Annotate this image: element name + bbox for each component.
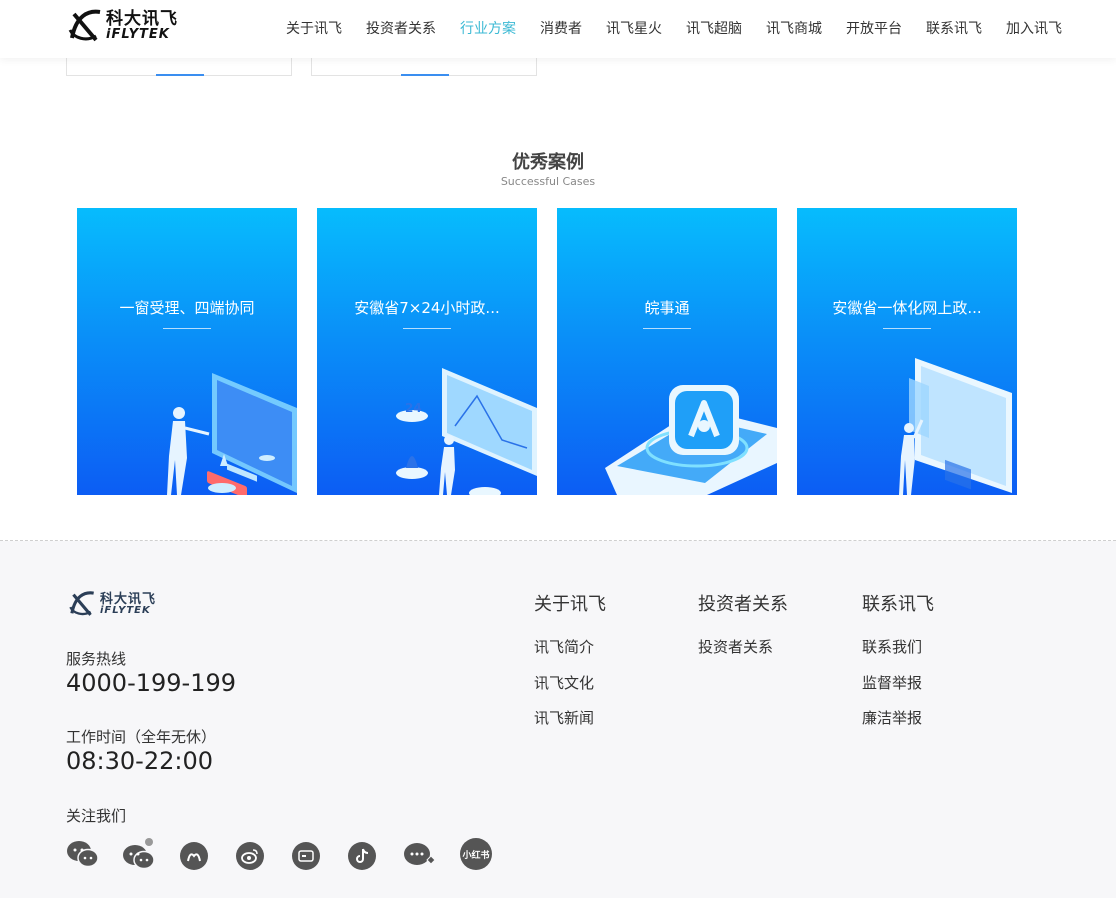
footer-link[interactable]: 监督举报	[862, 672, 934, 708]
logo-text-cn: 科大讯飞	[100, 591, 157, 607]
video-icon[interactable]	[291, 838, 323, 870]
card-underline	[156, 74, 204, 76]
case-title-underline	[643, 328, 691, 329]
follow-us-label: 关注我们	[66, 807, 127, 825]
hotline-number: 4000-199-199	[66, 669, 237, 697]
case-card[interactable]: 一窗受理、四端协同	[77, 208, 297, 495]
card-underline	[401, 74, 449, 76]
case-title: 一窗受理、四端协同	[119, 299, 255, 317]
nav-item[interactable]: 讯飞商城	[766, 18, 822, 38]
site-header: 科大讯飞 iFLYTEK 关于讯飞 投资者关系 行业方案 消费者 讯飞星火 讯飞超脑 讯飞商…	[0, 0, 1116, 58]
case-title-underline	[883, 328, 931, 329]
footer-column-heading: 关于讯飞	[534, 594, 606, 615]
person-at-dashboard-illustration	[167, 373, 297, 495]
case-card[interactable]: 安徽省7×24小时政... 24	[317, 208, 537, 495]
hours-label: 工作时间（全年无休）	[66, 728, 217, 746]
case-card[interactable]: 安徽省一体化网上政...	[797, 208, 1017, 495]
nav-item[interactable]: 行业方案	[460, 18, 516, 38]
footer-link[interactable]: 讯飞新闻	[534, 707, 606, 743]
iflytek-logo-icon	[66, 590, 98, 618]
nav-item[interactable]: 联系讯飞	[926, 18, 982, 38]
footer-logo[interactable]: 科大讯飞 iFLYTEK	[66, 589, 166, 619]
main-nav: 关于讯飞 投资者关系 行业方案 消费者 讯飞星火 讯飞超脑 讯飞商城 开放平台 联系讯飞 加入讯飞	[286, 18, 1086, 38]
xiaohongshu-icon[interactable]: 小红书	[459, 838, 492, 870]
hotline-label: 服务热线	[66, 650, 127, 668]
site-footer: 科大讯飞 iFLYTEK 服务热线 4000-199-199 工作时间（全年无休…	[0, 541, 1116, 898]
case-title-underline	[163, 328, 211, 329]
footer-column-investors: 投资者关系 投资者关系	[698, 590, 788, 672]
case-title-underline	[403, 328, 451, 329]
weibo-icon[interactable]	[235, 838, 267, 870]
logo-text-en: iFLYTEK	[100, 604, 151, 616]
section-subtitle: Successful Cases	[500, 175, 596, 188]
tiktok-icon[interactable]	[347, 838, 379, 870]
case-card[interactable]: 皖事通	[557, 208, 777, 495]
section-title: 优秀案例	[512, 152, 584, 173]
chart-screen-with-pins-illustration: 24	[396, 368, 537, 495]
footer-column-contact: 联系讯飞 联系我们 监督举报 廉洁举报	[862, 590, 934, 743]
nav-item[interactable]: 投资者关系	[366, 18, 436, 38]
iflytek-app-icon[interactable]	[179, 838, 211, 870]
footer-link[interactable]: 廉洁举报	[862, 707, 934, 743]
logo-text-en: iFLYTEK	[106, 27, 170, 42]
person-at-monitor-illustration	[899, 358, 1012, 495]
footer-link[interactable]: 联系我们	[862, 636, 934, 672]
case-title: 皖事通	[644, 299, 690, 317]
case-title: 安徽省一体化网上政...	[832, 299, 982, 317]
nav-item[interactable]: 讯飞超脑	[686, 18, 742, 38]
previous-card[interactable]	[311, 58, 537, 76]
footer-link[interactable]: 投资者关系	[698, 636, 788, 672]
previous-card[interactable]	[66, 58, 292, 76]
case-title: 安徽省7×24小时政...	[354, 299, 500, 317]
footer-link[interactable]: 讯飞文化	[534, 672, 606, 708]
nav-item[interactable]: 加入讯飞	[1006, 18, 1062, 38]
nav-item[interactable]: 开放平台	[846, 18, 902, 38]
svg-text:24: 24	[405, 401, 422, 415]
site-logo[interactable]: 科大讯飞 iFLYTEK	[66, 8, 188, 44]
iflytek-logo-icon	[66, 8, 104, 44]
app-icon-platform-illustration	[605, 385, 777, 495]
nav-item[interactable]: 消费者	[540, 18, 582, 38]
logo-text-cn: 科大讯飞	[106, 9, 178, 29]
nav-item[interactable]: 关于讯飞	[286, 18, 342, 38]
footer-column-heading: 投资者关系	[698, 594, 788, 615]
footer-column-heading: 联系讯飞	[862, 594, 934, 615]
xiaohongshu-label: 小红书	[460, 838, 492, 870]
hours-value: 08:30-22:00	[66, 747, 213, 775]
miniprogram-icon[interactable]	[403, 838, 436, 870]
nav-item[interactable]: 讯飞星火	[606, 18, 662, 38]
wechat-service-icon[interactable]	[122, 838, 155, 870]
footer-link[interactable]: 讯飞简介	[534, 636, 606, 672]
wechat-icon[interactable]	[66, 838, 99, 870]
footer-column-about: 关于讯飞 讯飞简介 讯飞文化 讯飞新闻	[534, 590, 606, 743]
